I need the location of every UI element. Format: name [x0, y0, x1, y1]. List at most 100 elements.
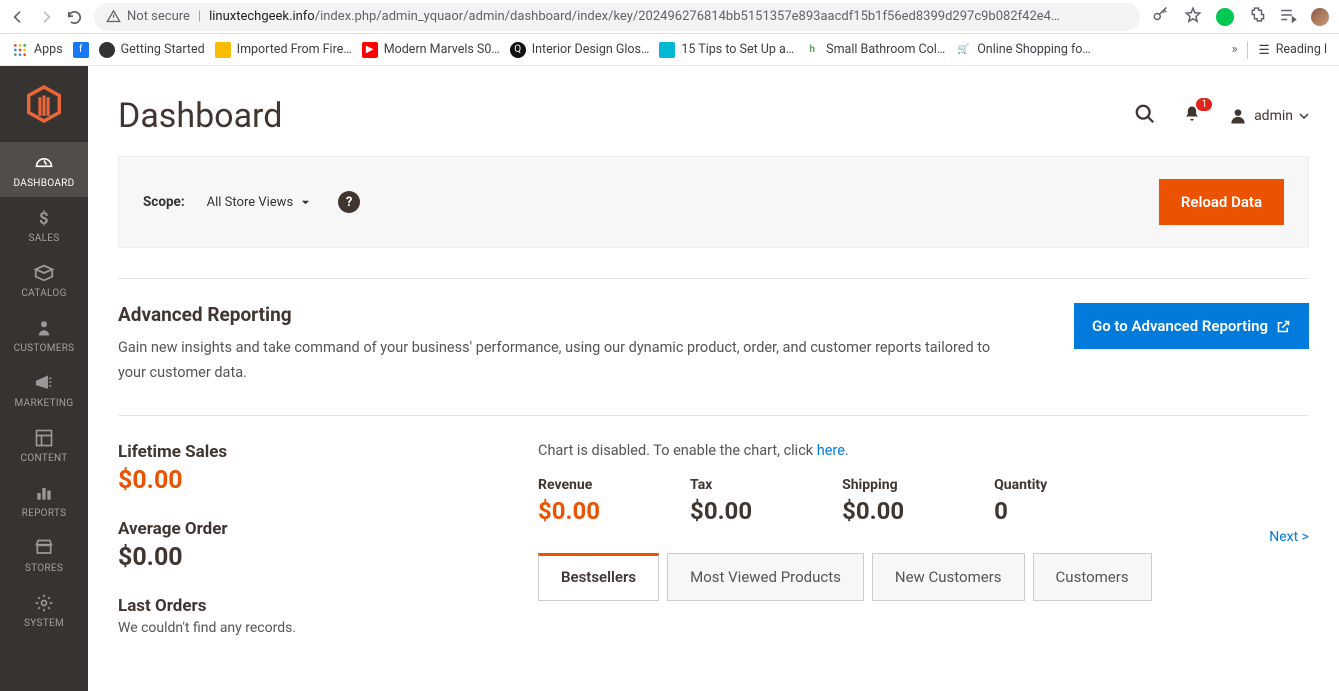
sidebar-item-label: CATALOG	[21, 288, 66, 299]
page-title: Dashboard	[118, 96, 282, 136]
bookmark-shopping[interactable]: 🛒Online Shopping fo…	[955, 42, 1091, 58]
search-icon[interactable]	[1134, 103, 1156, 129]
metric-tax-label: Tax	[690, 477, 752, 493]
sidebar-item-label: SYSTEM	[24, 618, 64, 629]
houzz-icon: h	[804, 42, 820, 58]
sidebar-item-system[interactable]: SYSTEM	[0, 582, 88, 637]
tips-icon	[659, 42, 675, 58]
sidebar-item-dashboard[interactable]: DASHBOARD	[0, 142, 88, 197]
external-link-icon	[1276, 319, 1291, 334]
reading-list-icon: ☰	[1258, 42, 1269, 58]
metric-quantity-value: 0	[994, 497, 1047, 525]
advanced-reporting-description: Gain new insights and take command of yo…	[118, 336, 1018, 385]
profile-avatar[interactable]	[1311, 8, 1329, 26]
forward-button[interactable]	[38, 9, 54, 25]
key-icon[interactable]	[1152, 6, 1170, 28]
notification-count-badge: 1	[1196, 98, 1212, 111]
bookmark-facebook[interactable]: f	[73, 42, 89, 58]
metric-revenue-label: Revenue	[538, 477, 600, 493]
metric-shipping-value: $0.00	[842, 497, 904, 525]
average-order-label: Average Order	[118, 519, 518, 539]
metric-shipping-label: Shipping	[842, 477, 904, 493]
reload-button[interactable]	[66, 9, 82, 25]
sidebar-item-reports[interactable]: REPORTS	[0, 472, 88, 527]
address-bar[interactable]: Not secure | linuxtechgeek.info/index.ph…	[94, 3, 1140, 31]
sidebar-item-catalog[interactable]: CATALOG	[0, 252, 88, 307]
reload-data-button[interactable]: Reload Data	[1159, 179, 1284, 225]
lifetime-sales-value: $0.00	[118, 466, 518, 495]
facebook-icon: f	[73, 42, 89, 58]
enable-chart-link[interactable]: here	[817, 442, 845, 459]
storefront-icon	[31, 537, 57, 559]
layout-icon	[31, 427, 57, 449]
bookmark-bathroom[interactable]: hSmall Bathroom Col…	[804, 42, 945, 58]
url-text: linuxtechgeek.info/index.php/admin_yquao…	[209, 9, 1060, 24]
metric-revenue-value: $0.00	[538, 497, 600, 525]
sidebar-item-label: MARKETING	[15, 398, 74, 409]
apps-button[interactable]: Apps	[12, 42, 63, 58]
tabs: Next > Bestsellers Most Viewed Products …	[538, 553, 1309, 601]
chart-disabled-message: Chart is disabled. To enable the chart, …	[538, 442, 1309, 459]
person-icon	[31, 317, 57, 339]
cart-icon: 🛒	[955, 42, 971, 58]
bookmark-tips[interactable]: 15 Tips to Set Up a…	[659, 42, 794, 58]
triangle-down-icon	[301, 198, 310, 207]
last-orders-empty: We couldn't find any records.	[118, 620, 518, 636]
megaphone-icon	[31, 372, 57, 394]
metric-quantity-label: Quantity	[994, 477, 1047, 493]
sidebar-item-label: STORES	[25, 563, 63, 574]
gauge-icon	[31, 152, 57, 174]
bar-chart-icon	[31, 482, 57, 504]
notifications-button[interactable]: 1	[1182, 104, 1202, 128]
help-tooltip-icon[interactable]: ?	[338, 191, 360, 213]
chevron-down-icon	[1299, 111, 1309, 121]
next-link[interactable]: Next >	[1269, 529, 1309, 545]
apps-grid-icon	[12, 42, 28, 58]
tab-new-customers[interactable]: New Customers	[872, 553, 1025, 601]
lifetime-sales-label: Lifetime Sales	[118, 442, 518, 462]
tab-bestsellers[interactable]: Bestsellers	[538, 553, 659, 601]
svg-text:$: $	[39, 210, 49, 229]
bookmark-imported[interactable]: Imported From Fire…	[215, 42, 352, 58]
sidebar-item-label: SALES	[29, 233, 60, 244]
bookmarks-bar: Apps f Getting Started Imported From Fir…	[0, 34, 1339, 66]
account-menu[interactable]: admin	[1228, 106, 1309, 126]
playlist-icon[interactable]	[1279, 6, 1297, 28]
scope-selector[interactable]: All Store Views	[207, 195, 311, 210]
metrics-row: Revenue $0.00 Tax $0.00 Shipping $0.00 Q…	[538, 477, 1309, 525]
globe-icon	[99, 42, 115, 58]
bookmarks-overflow[interactable]: »	[1232, 42, 1238, 57]
q-icon: Q	[510, 42, 526, 58]
bookmark-getting-started[interactable]: Getting Started	[99, 42, 205, 58]
average-order-value: $0.00	[118, 543, 518, 572]
bookmark-modern-marvels[interactable]: ▶Modern Marvels S0…	[362, 42, 500, 58]
sidebar-item-label: CUSTOMERS	[14, 343, 75, 354]
not-secure-label: Not secure	[127, 9, 190, 24]
sidebar-item-marketing[interactable]: MARKETING	[0, 362, 88, 417]
back-button[interactable]	[10, 9, 26, 25]
sidebar-item-sales[interactable]: $ SALES	[0, 197, 88, 252]
bookmark-interior-design[interactable]: QInterior Design Glos…	[510, 42, 650, 58]
magento-logo[interactable]	[0, 66, 88, 142]
admin-sidebar: DASHBOARD $ SALES CATALOG CUSTOMERS MARK…	[0, 66, 88, 691]
sidebar-item-customers[interactable]: CUSTOMERS	[0, 307, 88, 362]
tab-most-viewed[interactable]: Most Viewed Products	[667, 553, 864, 601]
gear-icon	[31, 592, 57, 614]
account-username: admin	[1254, 108, 1293, 124]
sidebar-item-stores[interactable]: STORES	[0, 527, 88, 582]
box-icon	[31, 262, 57, 284]
sidebar-item-label: REPORTS	[22, 508, 67, 519]
dollar-icon: $	[31, 207, 57, 229]
star-icon[interactable]	[1184, 6, 1202, 28]
reading-list-button[interactable]: ☰Reading l	[1258, 42, 1327, 58]
browser-toolbar: Not secure | linuxtechgeek.info/index.ph…	[0, 0, 1339, 34]
tab-customers[interactable]: Customers	[1033, 553, 1152, 601]
extension-grammarly-icon[interactable]	[1216, 8, 1234, 26]
main-content: Dashboard 1 admin Scope: All Store Views	[88, 66, 1339, 691]
sidebar-item-content[interactable]: CONTENT	[0, 417, 88, 472]
go-to-advanced-reporting-button[interactable]: Go to Advanced Reporting	[1074, 303, 1309, 349]
sidebar-item-label: DASHBOARD	[13, 178, 74, 189]
metric-tax-value: $0.00	[690, 497, 752, 525]
extensions-icon[interactable]	[1248, 6, 1265, 27]
folder-icon	[215, 42, 231, 58]
